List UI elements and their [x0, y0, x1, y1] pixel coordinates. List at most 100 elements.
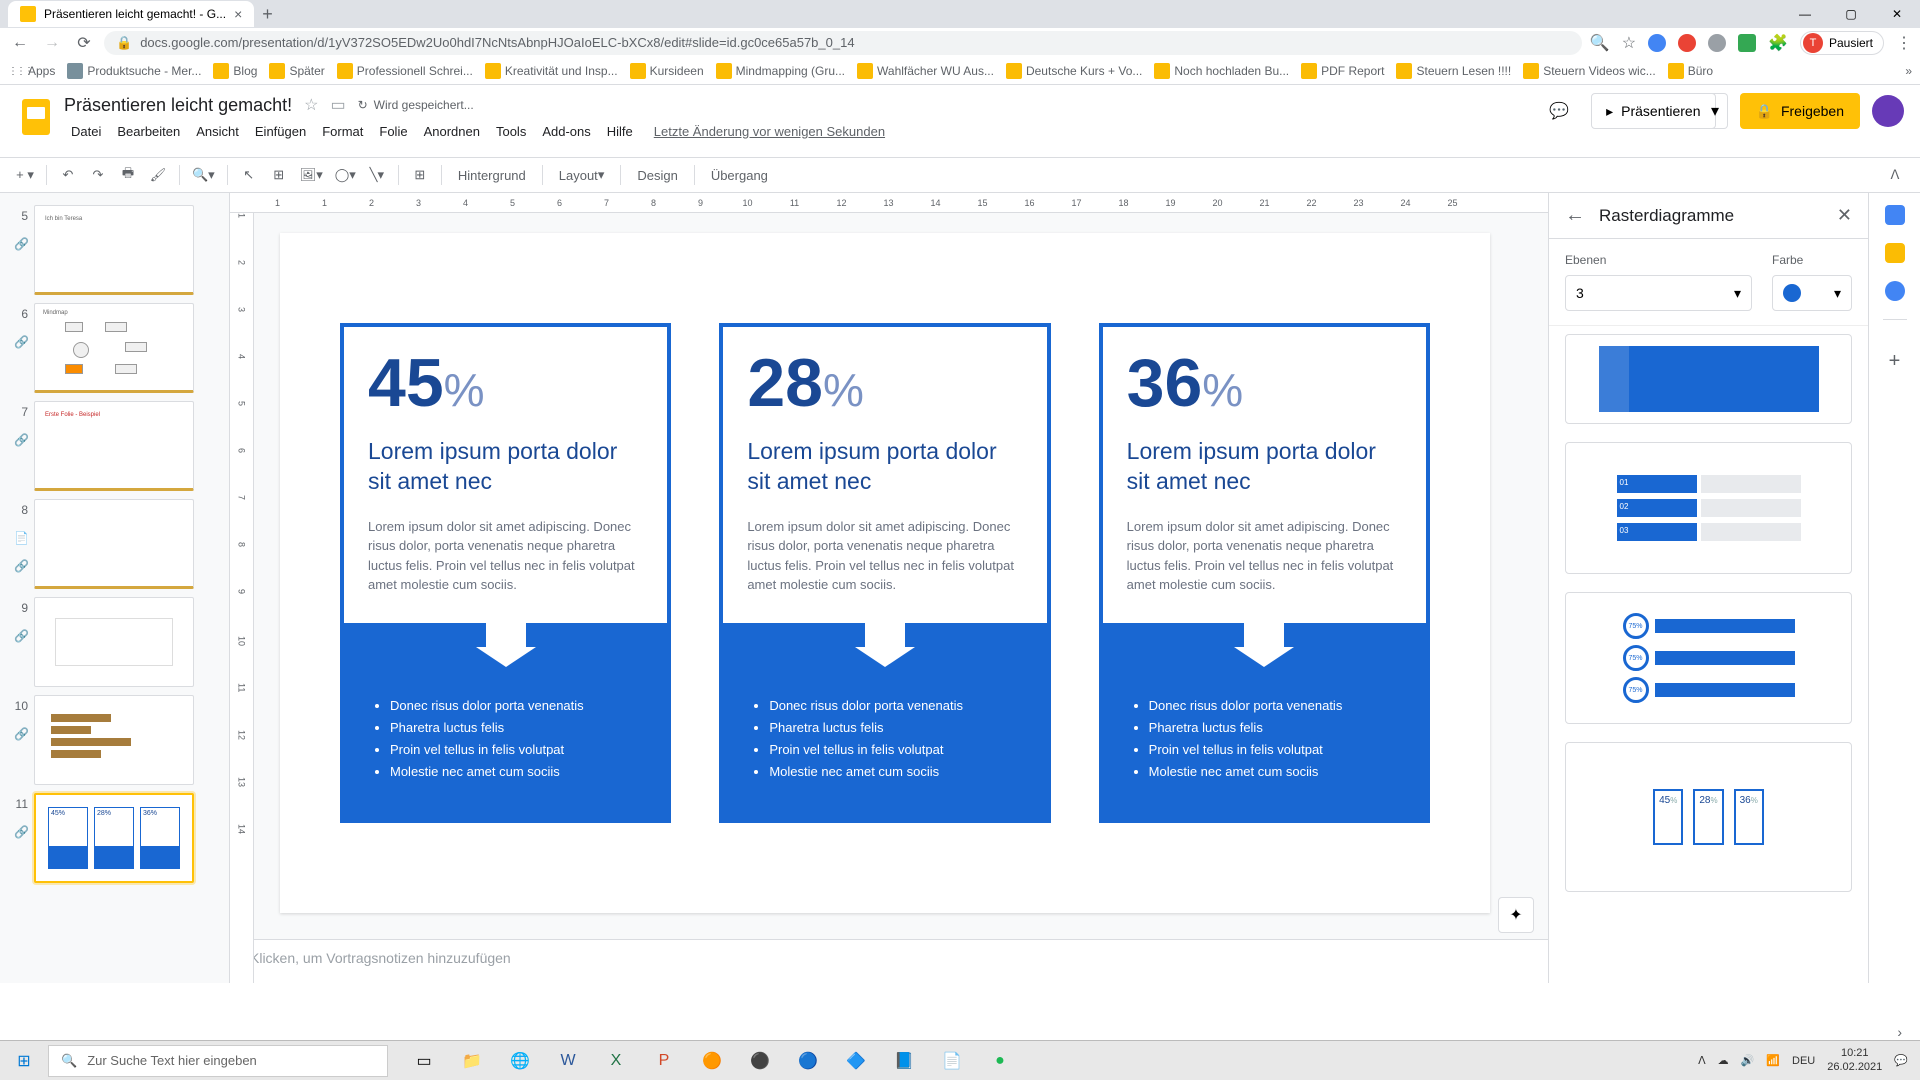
- move-icon[interactable]: ▭: [330, 95, 345, 115]
- print-button[interactable]: 🖶: [115, 162, 141, 188]
- thumb-row[interactable]: 11🔗 45% 28% 36%: [0, 789, 229, 887]
- volume-icon[interactable]: 🔊: [1741, 1054, 1755, 1067]
- onedrive-icon[interactable]: ☁: [1718, 1054, 1729, 1067]
- bookmark-apps[interactable]: Apps: [8, 63, 55, 79]
- bookmark-item[interactable]: Büro: [1668, 63, 1713, 79]
- profile-badge[interactable]: T Pausiert: [1800, 31, 1884, 55]
- bookmark-item[interactable]: Deutsche Kurs + Vo...: [1006, 63, 1142, 79]
- zoom-button[interactable]: 🔍▾: [188, 162, 219, 188]
- template-option[interactable]: 01 02 03: [1565, 442, 1852, 574]
- bookmark-item[interactable]: Steuern Lesen !!!!: [1396, 63, 1511, 79]
- slide-thumb-9[interactable]: [34, 597, 194, 687]
- menu-icon[interactable]: ⋮: [1896, 33, 1912, 53]
- present-dropdown[interactable]: ▾: [1704, 93, 1728, 129]
- taskbar-search[interactable]: 🔍Zur Suche Text hier eingeben: [48, 1045, 388, 1077]
- bookmark-item[interactable]: Blog: [213, 63, 257, 79]
- notepad-icon[interactable]: 📄: [928, 1041, 976, 1081]
- thumb-row[interactable]: 8📄🔗: [0, 495, 229, 593]
- thumb-row[interactable]: 5🔗 Ich bin Teresa: [0, 201, 229, 299]
- present-button[interactable]: ▸Präsentieren: [1591, 93, 1715, 129]
- calendar-icon[interactable]: [1885, 205, 1905, 225]
- close-button[interactable]: ✕: [1874, 0, 1920, 28]
- slide-thumb-11[interactable]: 45% 28% 36%: [34, 793, 194, 883]
- menu-file[interactable]: Datei: [64, 122, 108, 141]
- spotify-icon[interactable]: ●: [976, 1041, 1024, 1081]
- background-button[interactable]: Hintergrund: [450, 162, 534, 188]
- levels-select[interactable]: 3▾: [1565, 275, 1752, 311]
- bookmark-item[interactable]: Wahlfächer WU Aus...: [857, 63, 994, 79]
- menu-format[interactable]: Format: [315, 122, 370, 141]
- bookmark-item[interactable]: Noch hochladen Bu...: [1154, 63, 1289, 79]
- tab-close-icon[interactable]: ×: [234, 6, 242, 22]
- star-icon[interactable]: ☆: [304, 95, 318, 115]
- design-button[interactable]: Design: [629, 162, 685, 188]
- back-button[interactable]: ←: [8, 31, 32, 55]
- ext-icon-3[interactable]: [1708, 34, 1726, 52]
- template-list[interactable]: 01 02 03 75% 75% 75% 45% 28% 36%: [1549, 326, 1868, 983]
- color-select[interactable]: ▾: [1772, 275, 1852, 311]
- bookmark-item[interactable]: Produktsuche - Mer...: [67, 63, 201, 79]
- explorer-icon[interactable]: 📁: [448, 1041, 496, 1081]
- collapse-rail[interactable]: ›: [1897, 1024, 1902, 1040]
- powerpoint-icon[interactable]: P: [640, 1041, 688, 1081]
- zoom-icon[interactable]: 🔍: [1590, 33, 1610, 53]
- extensions-icon[interactable]: 🧩: [1768, 33, 1788, 53]
- back-icon[interactable]: ←: [1565, 204, 1585, 227]
- shape-tool[interactable]: ◯▾: [331, 162, 360, 188]
- textbox-tool[interactable]: ⊞: [266, 162, 292, 188]
- share-button[interactable]: 🔒Freigeben: [1740, 93, 1860, 129]
- menu-help[interactable]: Hilfe: [600, 122, 640, 141]
- menu-addons[interactable]: Add-ons: [535, 122, 597, 141]
- edge-icon[interactable]: 🌐: [496, 1041, 544, 1081]
- thumb-row[interactable]: 9🔗: [0, 593, 229, 691]
- canvas-scroll[interactable]: 45% Lorem ipsum porta dolor sit amet nec…: [230, 213, 1548, 939]
- add-addon-button[interactable]: +: [1889, 350, 1901, 373]
- template-option[interactable]: [1565, 334, 1852, 424]
- chrome-icon[interactable]: 🔵: [784, 1041, 832, 1081]
- last-edit-link[interactable]: Letzte Änderung vor wenigen Sekunden: [654, 124, 885, 139]
- word-icon[interactable]: W: [544, 1041, 592, 1081]
- edge2-icon[interactable]: 🔷: [832, 1041, 880, 1081]
- keep-icon[interactable]: [1885, 243, 1905, 263]
- menu-slide[interactable]: Folie: [372, 122, 414, 141]
- menu-view[interactable]: Ansicht: [189, 122, 246, 141]
- undo-button[interactable]: ↶: [55, 162, 81, 188]
- excel-icon[interactable]: X: [592, 1041, 640, 1081]
- app-icon[interactable]: 📘: [880, 1041, 928, 1081]
- comments-button[interactable]: 💬: [1539, 91, 1579, 131]
- forward-button[interactable]: →: [40, 31, 64, 55]
- filmstrip[interactable]: 5🔗 Ich bin Teresa 6🔗 Mindmap 7🔗 Erste Fo…: [0, 193, 230, 983]
- browser-tab[interactable]: Präsentieren leicht gemacht! - G... ×: [8, 1, 254, 27]
- transition-button[interactable]: Übergang: [703, 162, 776, 188]
- ext-icon-2[interactable]: [1678, 34, 1696, 52]
- speaker-notes[interactable]: Klicken, um Vortragsnotizen hinzuzufügen: [230, 939, 1548, 983]
- wifi-icon[interactable]: 📶: [1766, 1054, 1780, 1067]
- bookmark-item[interactable]: Später: [269, 63, 324, 79]
- slide-thumb-10[interactable]: [34, 695, 194, 785]
- bookmark-item[interactable]: Professionell Schrei...: [337, 63, 473, 79]
- close-icon[interactable]: ✕: [1837, 205, 1852, 226]
- ext-icon-1[interactable]: [1648, 34, 1666, 52]
- comment-tool[interactable]: ⊞: [407, 162, 433, 188]
- paint-format-button[interactable]: 🖌: [145, 162, 171, 188]
- select-tool[interactable]: ↖: [236, 162, 262, 188]
- info-card-3[interactable]: 36% Lorem ipsum porta dolor sit amet nec…: [1099, 323, 1430, 823]
- task-view-icon[interactable]: ▭: [400, 1041, 448, 1081]
- collapse-toolbar[interactable]: ᐱ: [1882, 162, 1908, 188]
- template-option[interactable]: 75% 75% 75%: [1565, 592, 1852, 724]
- slide-thumb-8[interactable]: [34, 499, 194, 589]
- new-slide-button[interactable]: + ▾: [12, 162, 38, 188]
- explore-button[interactable]: ✦: [1498, 897, 1534, 933]
- star-icon[interactable]: ☆: [1622, 33, 1636, 53]
- app-icon[interactable]: 🟠: [688, 1041, 736, 1081]
- bookmark-item[interactable]: Kursideen: [630, 63, 704, 79]
- redo-button[interactable]: ↷: [85, 162, 111, 188]
- reload-button[interactable]: ⟳: [72, 31, 96, 55]
- account-avatar[interactable]: [1872, 95, 1904, 127]
- menu-arrange[interactable]: Anordnen: [417, 122, 487, 141]
- bookmark-item[interactable]: PDF Report: [1301, 63, 1384, 79]
- maximize-button[interactable]: ▢: [1828, 0, 1874, 28]
- tray-chevron-icon[interactable]: ᐱ: [1698, 1054, 1706, 1067]
- template-option[interactable]: 45% 28% 36%: [1565, 742, 1852, 892]
- notifications-icon[interactable]: 💬: [1894, 1054, 1908, 1067]
